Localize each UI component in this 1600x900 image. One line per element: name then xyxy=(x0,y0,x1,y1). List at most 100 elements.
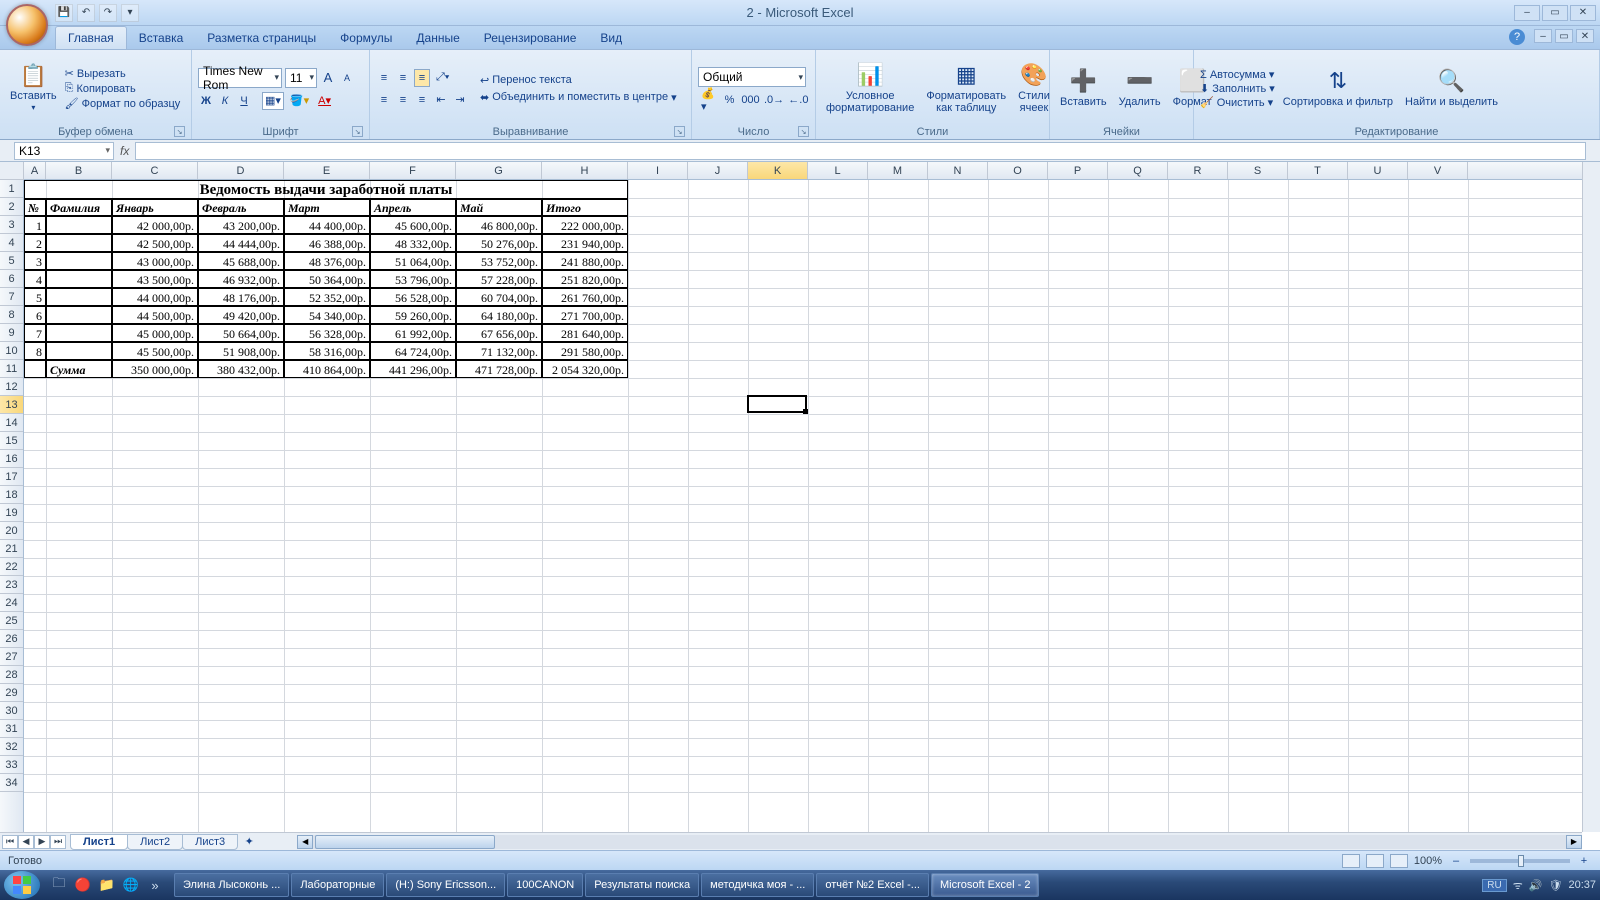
col-header-I[interactable]: I xyxy=(628,162,688,179)
fx-icon[interactable]: fx xyxy=(120,144,129,158)
cell[interactable]: 71 132,00р. xyxy=(456,342,542,360)
align-top[interactable]: ≡ xyxy=(376,69,392,87)
cell[interactable] xyxy=(46,342,112,360)
cell[interactable]: 56 528,00р. xyxy=(370,288,456,306)
row-header-17[interactable]: 17 xyxy=(0,468,23,486)
ql-icon[interactable]: 📁 xyxy=(96,874,118,896)
comma-button[interactable]: 000 xyxy=(741,91,761,109)
taskbar-item[interactable]: отчёт №2 Excel -... xyxy=(816,873,929,897)
row-header-23[interactable]: 23 xyxy=(0,576,23,594)
row-header-5[interactable]: 5 xyxy=(0,252,23,270)
vertical-scrollbar[interactable] xyxy=(1582,162,1600,832)
row-header-18[interactable]: 18 xyxy=(0,486,23,504)
col-header-T[interactable]: T xyxy=(1288,162,1348,179)
find-select-button[interactable]: 🔍Найти и выделить xyxy=(1401,52,1502,125)
grow-font[interactable]: A xyxy=(320,69,336,87)
cell[interactable]: 43 200,00р. xyxy=(198,216,284,234)
minimize-button[interactable]: – xyxy=(1514,5,1540,21)
taskbar-item[interactable]: Лабораторные xyxy=(291,873,384,897)
format-painter-button[interactable]: 🖌Формат по образцу xyxy=(65,97,181,110)
cell[interactable]: 471 728,00р. xyxy=(456,360,542,378)
qat-undo[interactable]: ↶ xyxy=(77,4,95,22)
cell[interactable]: 54 340,00р. xyxy=(284,306,370,324)
cell-styles-button[interactable]: 🎨Стили ячеек xyxy=(1014,52,1054,125)
cell[interactable]: 57 228,00р. xyxy=(456,270,542,288)
number-launcher[interactable]: ↘ xyxy=(798,126,809,137)
cell[interactable]: № xyxy=(24,198,46,216)
cell[interactable]: 49 420,00р. xyxy=(198,306,284,324)
ribbon-tab-0[interactable]: Главная xyxy=(55,26,127,49)
row-header-8[interactable]: 8 xyxy=(0,306,23,324)
formula-input[interactable] xyxy=(135,142,1586,160)
col-header-O[interactable]: O xyxy=(988,162,1048,179)
clipboard-launcher[interactable]: ↘ xyxy=(174,126,185,137)
align-right[interactable]: ≡ xyxy=(414,91,430,109)
cell[interactable]: 1 xyxy=(24,216,46,234)
cell[interactable]: Сумма xyxy=(46,360,112,378)
cell[interactable]: 2 054 320,00р. xyxy=(542,360,628,378)
cell[interactable]: 271 700,00р. xyxy=(542,306,628,324)
col-header-U[interactable]: U xyxy=(1348,162,1408,179)
ribbon-tab-3[interactable]: Формулы xyxy=(328,27,404,49)
cell[interactable]: 67 656,00р. xyxy=(456,324,542,342)
cell[interactable]: 59 260,00р. xyxy=(370,306,456,324)
col-header-R[interactable]: R xyxy=(1168,162,1228,179)
cell[interactable]: Апрель xyxy=(370,198,456,216)
row-header-10[interactable]: 10 xyxy=(0,342,23,360)
row-header-22[interactable]: 22 xyxy=(0,558,23,576)
cell[interactable]: 2 xyxy=(24,234,46,252)
cell[interactable] xyxy=(46,270,112,288)
sheet-next[interactable]: ▶ xyxy=(34,835,50,849)
ql-more[interactable]: » xyxy=(144,874,166,896)
cell[interactable]: 53 796,00р. xyxy=(370,270,456,288)
col-header-G[interactable]: G xyxy=(456,162,542,179)
col-header-Q[interactable]: Q xyxy=(1108,162,1168,179)
cell[interactable]: Март xyxy=(284,198,370,216)
col-header-P[interactable]: P xyxy=(1048,162,1108,179)
fill-button[interactable]: ⬇Заполнить ▾ xyxy=(1200,82,1275,95)
doc-close[interactable]: ✕ xyxy=(1576,29,1594,43)
cell[interactable]: 42 500,00р. xyxy=(112,234,198,252)
row-header-2[interactable]: 2 xyxy=(0,198,23,216)
horizontal-scrollbar[interactable]: ◀ ▶ xyxy=(297,835,1582,849)
row-header-15[interactable]: 15 xyxy=(0,432,23,450)
cell[interactable]: 44 500,00р. xyxy=(112,306,198,324)
copy-button[interactable]: ⎘Копировать xyxy=(65,82,181,95)
row-header-33[interactable]: 33 xyxy=(0,756,23,774)
row-header-32[interactable]: 32 xyxy=(0,738,23,756)
ribbon-tab-6[interactable]: Вид xyxy=(588,27,634,49)
cell[interactable]: Январь xyxy=(112,198,198,216)
qat-redo[interactable]: ↷ xyxy=(99,4,117,22)
row-header-3[interactable]: 3 xyxy=(0,216,23,234)
ribbon-tab-4[interactable]: Данные xyxy=(404,27,471,49)
number-format-combo[interactable]: Общий xyxy=(698,67,806,87)
row-header-26[interactable]: 26 xyxy=(0,630,23,648)
col-header-F[interactable]: F xyxy=(370,162,456,179)
align-left[interactable]: ≡ xyxy=(376,91,392,109)
cell[interactable]: 58 316,00р. xyxy=(284,342,370,360)
col-header-B[interactable]: B xyxy=(46,162,112,179)
zoom-out[interactable]: – xyxy=(1448,852,1464,870)
tray-icon[interactable]: 🛡 xyxy=(1549,879,1563,892)
maximize-button[interactable]: ▭ xyxy=(1542,5,1568,21)
row-header-29[interactable]: 29 xyxy=(0,684,23,702)
cell[interactable]: 45 688,00р. xyxy=(198,252,284,270)
doc-restore[interactable]: ▭ xyxy=(1555,29,1573,43)
autosum-button[interactable]: ΣАвтосумма ▾ xyxy=(1200,68,1275,81)
indent-dec[interactable]: ⇤ xyxy=(433,91,449,109)
paste-button[interactable]: 📋Вставить▾ xyxy=(6,52,61,125)
cell[interactable]: 51 908,00р. xyxy=(198,342,284,360)
row-header-13[interactable]: 13 xyxy=(0,396,23,414)
cell[interactable]: 3 xyxy=(24,252,46,270)
col-header-L[interactable]: L xyxy=(808,162,868,179)
col-header-S[interactable]: S xyxy=(1228,162,1288,179)
col-header-V[interactable]: V xyxy=(1408,162,1468,179)
clear-button[interactable]: 🧹Очистить ▾ xyxy=(1200,96,1275,109)
wrap-text-button[interactable]: ↩Перенос текста xyxy=(480,74,677,87)
format-table-button[interactable]: ▦Форматировать как таблицу xyxy=(922,52,1010,125)
qat-more[interactable]: ▾ xyxy=(121,4,139,22)
cell[interactable] xyxy=(46,324,112,342)
insert-cells-button[interactable]: ➕Вставить xyxy=(1056,52,1111,125)
cell[interactable] xyxy=(24,360,46,378)
taskbar-item[interactable]: Элина Лысоконь ... xyxy=(174,873,289,897)
